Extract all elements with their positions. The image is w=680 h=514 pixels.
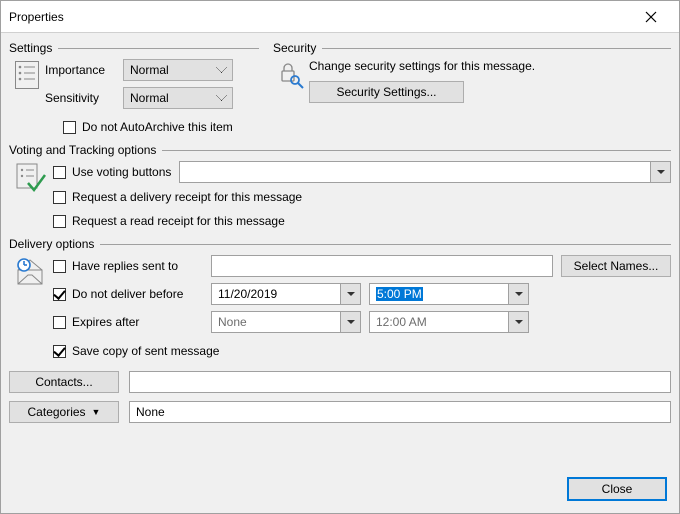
delivery-icon (16, 257, 46, 287)
sensitivity-select[interactable]: Normal (123, 87, 233, 109)
deliver-date-select[interactable]: 11/20/2019 (211, 283, 361, 305)
do-not-deliver-label: Do not deliver before (72, 287, 183, 301)
voting-icon (16, 163, 46, 193)
expires-after-checkbox[interactable] (53, 316, 66, 329)
properties-icon (15, 61, 39, 89)
expires-after-label: Expires after (72, 315, 139, 329)
read-receipt-checkbox[interactable] (53, 215, 66, 228)
importance-label: Importance (45, 63, 119, 77)
categories-button[interactable]: Categories ▼ (9, 401, 119, 423)
properties-dialog: Properties Settings (0, 0, 680, 514)
select-names-button[interactable]: Select Names... (561, 255, 671, 277)
deliver-time-select[interactable]: 5:00 PM (369, 283, 529, 305)
autoarchive-label: Do not AutoArchive this item (82, 120, 233, 134)
use-voting-checkbox[interactable] (53, 166, 66, 179)
contacts-button[interactable]: Contacts... (9, 371, 119, 393)
security-text: Change security settings for this messag… (309, 59, 535, 73)
voting-group-label: Voting and Tracking options (9, 143, 162, 157)
do-not-deliver-checkbox[interactable] (53, 288, 66, 301)
delivery-receipt-checkbox[interactable] (53, 191, 66, 204)
have-replies-label: Have replies sent to (72, 259, 178, 273)
chevron-down-icon (515, 320, 523, 324)
chevron-down-icon (657, 170, 665, 174)
contacts-input[interactable] (129, 371, 671, 393)
security-settings-button[interactable]: Security Settings... (309, 81, 464, 103)
caret-down-icon: ▼ (92, 407, 101, 417)
delivery-group-label: Delivery options (9, 237, 100, 251)
chevron-down-icon (347, 320, 355, 324)
sensitivity-label: Sensitivity (45, 91, 119, 105)
chevron-down-icon (347, 292, 355, 296)
importance-select[interactable]: Normal (123, 59, 233, 81)
settings-group-label: Settings (9, 41, 58, 55)
chevron-down-icon (515, 292, 523, 296)
titlebar: Properties (1, 1, 679, 33)
delivery-receipt-label: Request a delivery receipt for this mess… (72, 190, 302, 204)
close-icon[interactable] (631, 1, 671, 32)
expires-date-select[interactable]: None (211, 311, 361, 333)
window-title: Properties (9, 10, 64, 24)
security-group-label: Security (273, 41, 322, 55)
voting-buttons-select[interactable] (179, 161, 671, 183)
categories-value: None (129, 401, 671, 423)
save-copy-label: Save copy of sent message (72, 344, 219, 358)
autoarchive-checkbox[interactable] (63, 121, 76, 134)
have-replies-input[interactable] (211, 255, 553, 277)
have-replies-checkbox[interactable] (53, 260, 66, 273)
expires-time-select[interactable]: 12:00 AM (369, 311, 529, 333)
save-copy-checkbox[interactable] (53, 345, 66, 358)
close-button[interactable]: Close (567, 477, 667, 501)
lock-search-icon (277, 61, 305, 89)
read-receipt-label: Request a read receipt for this message (72, 214, 285, 228)
use-voting-label: Use voting buttons (72, 165, 171, 179)
